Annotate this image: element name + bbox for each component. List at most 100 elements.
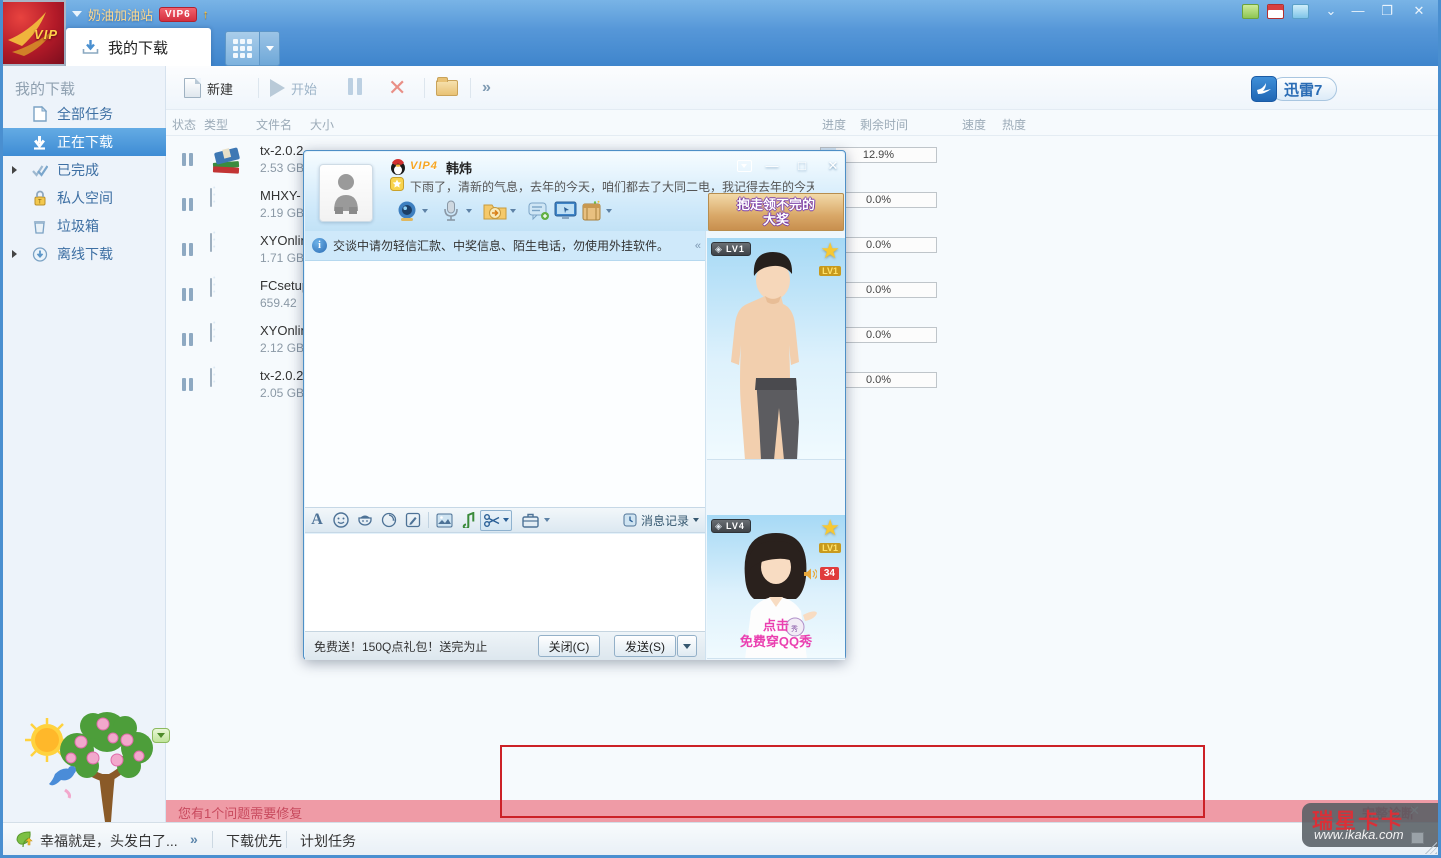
sidebar-item-all-tasks[interactable]: 全部任务	[3, 100, 166, 128]
col-speed[interactable]: 速度	[962, 116, 986, 133]
grid-icon	[233, 39, 252, 58]
sidebar-item-downloading[interactable]: 正在下载	[3, 128, 166, 156]
ticker-expand-button[interactable]: »	[190, 831, 198, 847]
paused-status-icon[interactable]	[180, 153, 194, 171]
watermark-url: www.ikaka.com	[1314, 827, 1404, 842]
statusbar-divider	[212, 831, 213, 848]
restore-button[interactable]: ❐	[1374, 2, 1400, 20]
peer-vip-badge[interactable]: VIP4	[410, 160, 438, 172]
expander-icon[interactable]	[12, 166, 17, 174]
col-remaining[interactable]: 剩余时间	[860, 116, 908, 133]
close-button[interactable]: ✕	[1406, 2, 1432, 20]
expander-icon[interactable]	[12, 250, 17, 258]
message-history-button[interactable]: 消息记录	[623, 512, 705, 529]
voice-message-indicator[interactable]: 34	[803, 567, 839, 580]
paused-status-icon[interactable]	[180, 378, 194, 396]
new-task-button[interactable]: 新建	[184, 74, 233, 102]
sidebar-item-completed[interactable]: 已完成	[3, 156, 166, 184]
col-name[interactable]: 文件名	[256, 116, 292, 133]
qqshow-cta[interactable]: 点击 免费穿QQ秀	[707, 618, 845, 650]
start-task-button[interactable]: 开始	[270, 74, 317, 102]
skin-chooser-icon[interactable]: ⌄	[1318, 2, 1344, 20]
check-icon	[31, 162, 48, 179]
cloud-download-icon	[31, 246, 48, 263]
toolbox-dropdown[interactable]	[542, 507, 552, 533]
paused-status-icon[interactable]	[180, 333, 194, 351]
voice-call-icon[interactable]	[438, 198, 464, 224]
col-size[interactable]: 大小	[310, 116, 334, 133]
scheduled-tasks-button[interactable]: 计划任务	[300, 831, 356, 851]
qq-chat-window[interactable]: — □ ✕ VIP4 韩炜 下雨了，清新的气息，去年的今天，咱们都去了大同二电，…	[303, 150, 846, 660]
col-progress[interactable]: 进度	[822, 116, 846, 133]
account-menu[interactable]: 奶油加油站 VIP6 ↑	[72, 5, 209, 23]
collapse-panel-button[interactable]	[152, 728, 170, 743]
delete-task-button[interactable]: ✕	[388, 74, 406, 102]
paused-status-icon[interactable]	[180, 243, 194, 261]
sidebar-item-trash[interactable]: 垃圾箱	[3, 212, 166, 240]
chat-ad-banner[interactable]: 抱走领不完的 大奖	[708, 193, 844, 231]
vip-level-badge[interactable]: VIP6	[159, 7, 197, 22]
application-box-dropdown[interactable]	[604, 198, 614, 224]
peer-avatar[interactable]	[319, 164, 373, 222]
shake-window-icon[interactable]	[377, 510, 401, 530]
thunder7-brand-button[interactable]: 迅雷7	[1251, 76, 1337, 102]
col-status[interactable]: 状态	[172, 116, 196, 133]
download-priority-button[interactable]: 下载优先	[226, 831, 282, 851]
send-button[interactable]: 发送(S)	[614, 635, 676, 657]
sidebar-item-offline-download[interactable]: 离线下载	[3, 240, 166, 268]
chat-maximize-button[interactable]: □	[790, 158, 814, 174]
send-file-icon[interactable]	[482, 198, 508, 224]
star-icon: ★	[819, 241, 841, 261]
window-resize-grip[interactable]	[1425, 842, 1437, 854]
minimize-button[interactable]: —	[1345, 2, 1371, 20]
qqshow-self[interactable]: 秀 LV4 ★ LV1 34 点击 免费穿QQ秀	[707, 515, 845, 659]
emoticon-icon[interactable]	[329, 510, 353, 530]
remote-desktop-icon[interactable]	[552, 198, 578, 224]
qqshow-peer[interactable]: LV1 ★ LV1	[707, 238, 845, 460]
paused-status-icon[interactable]	[180, 198, 194, 216]
send-options-dropdown[interactable]	[677, 635, 697, 657]
notice-collapse-icon[interactable]: «	[695, 240, 705, 252]
promo-text[interactable]: 免费送！150Q点礼包！送完为止	[314, 638, 487, 655]
chat-close-button[interactable]: ✕	[821, 158, 845, 174]
open-folder-button[interactable]	[436, 74, 458, 102]
handwriting-icon[interactable]	[401, 510, 425, 530]
send-file-dropdown[interactable]	[508, 198, 518, 224]
skin-box-icon	[737, 160, 752, 172]
webcam-icon[interactable]	[394, 198, 420, 224]
calendar-icon[interactable]	[1267, 4, 1284, 19]
toolbox-icon[interactable]	[518, 510, 542, 530]
sidebar-item-private-space[interactable]: T 私人空间	[3, 184, 166, 212]
vip-upgrade-arrow-icon[interactable]: ↑	[203, 7, 209, 21]
voice-call-dropdown[interactable]	[464, 198, 474, 224]
toolbar-overflow-button[interactable]: »	[482, 74, 491, 102]
leaf-upgrade-icon[interactable]	[14, 830, 33, 849]
clock-icon	[623, 513, 637, 527]
view-grid-button[interactable]	[225, 31, 260, 66]
send-image-icon[interactable]	[432, 510, 456, 530]
close-chat-button[interactable]: 关闭(C)	[538, 635, 600, 657]
pause-task-button[interactable]	[346, 74, 364, 102]
blue-shirt-icon[interactable]	[1292, 4, 1309, 19]
create-group-chat-icon[interactable]	[526, 198, 552, 224]
message-input-area[interactable]	[305, 534, 705, 631]
message-display-area[interactable]	[305, 261, 705, 507]
view-grid-dropdown[interactable]	[260, 31, 280, 66]
font-style-icon[interactable]: A	[305, 510, 329, 530]
chevron-down-icon	[503, 518, 509, 522]
screenshot-button[interactable]	[480, 510, 512, 531]
magic-emoticon-icon[interactable]	[353, 510, 377, 530]
chat-minimize-button[interactable]: —	[760, 158, 784, 174]
music-share-icon[interactable]	[456, 510, 480, 530]
ticker-text[interactable]: 幸福就是，头发白了...	[40, 831, 178, 851]
app-vip-logo[interactable]: VIP	[0, 0, 66, 66]
tab-my-downloads[interactable]: 我的下载	[66, 28, 211, 66]
col-heat[interactable]: 热度	[1002, 116, 1026, 133]
paused-status-icon[interactable]	[180, 288, 194, 306]
ad-text-line2: 大奖	[763, 212, 789, 227]
col-type[interactable]: 类型	[204, 116, 228, 133]
chat-skin-button[interactable]	[732, 158, 756, 174]
green-shirt-icon[interactable]	[1242, 4, 1259, 19]
application-box-icon[interactable]	[578, 198, 604, 224]
webcam-dropdown[interactable]	[420, 198, 430, 224]
